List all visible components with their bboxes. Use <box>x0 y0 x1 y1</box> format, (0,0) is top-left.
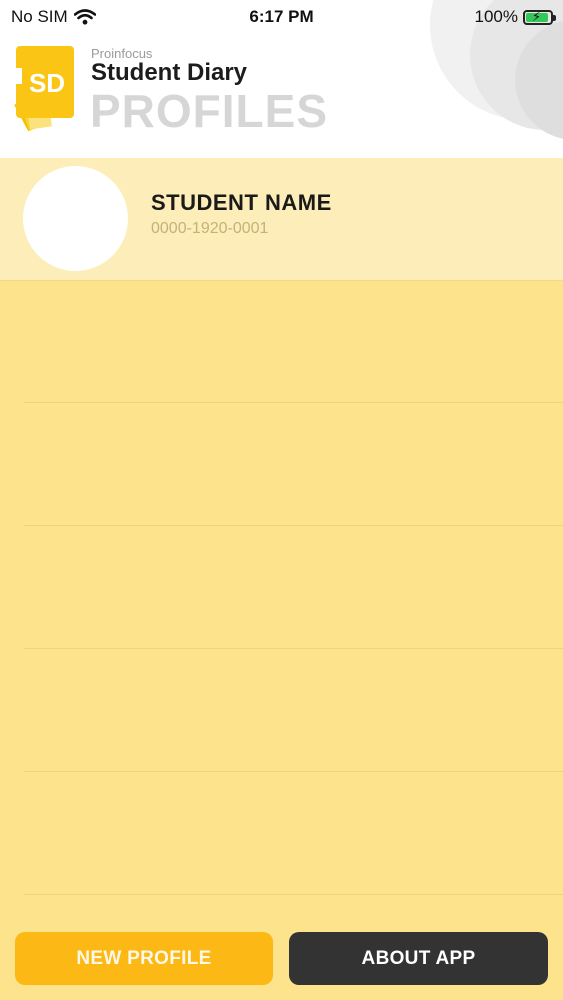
brand-title: Student Diary <box>91 59 248 86</box>
charging-bolt-icon: ⚡ <box>532 8 542 24</box>
avatar <box>23 166 128 271</box>
list-separator <box>24 648 563 649</box>
student-name: STUDENT NAME <box>151 190 332 215</box>
page-title: PROFILES <box>90 85 329 137</box>
battery-tip <box>553 14 556 21</box>
status-right: 100% ⚡ <box>474 7 556 27</box>
list-separator <box>24 402 563 403</box>
new-profile-button[interactable]: NEW PROFILE <box>15 932 273 985</box>
logo-text: SD <box>29 68 65 98</box>
app-header: No SIM 6:17 PM 100% ⚡ SD Proinfocus Stud… <box>0 0 563 158</box>
status-bar: No SIM 6:17 PM 100% ⚡ <box>0 0 563 34</box>
list-separator <box>24 525 563 526</box>
battery-icon: ⚡ <box>523 8 556 25</box>
about-app-button[interactable]: ABOUT APP <box>289 932 548 985</box>
battery-percent: 100% <box>474 7 518 26</box>
profile-list-item[interactable]: STUDENT NAME 0000-1920-0001 <box>0 158 563 281</box>
student-id: 0000-1920-0001 <box>151 220 269 237</box>
list-separator <box>24 894 563 895</box>
app-logo-icon: SD <box>14 46 74 132</box>
list-separator <box>24 771 563 772</box>
